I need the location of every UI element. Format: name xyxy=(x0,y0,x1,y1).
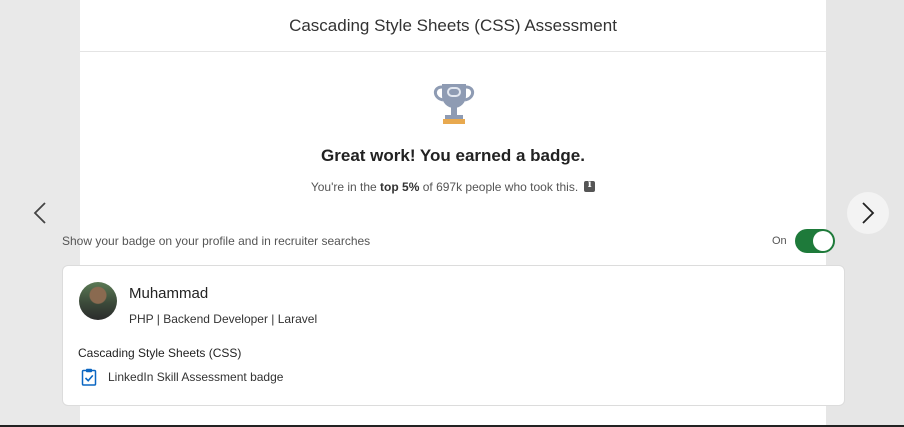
badge-label: LinkedIn Skill Assessment badge xyxy=(108,370,284,384)
result-percentile: You're in the top 5% of 697k people who … xyxy=(80,179,826,194)
profile-name: Muhammad xyxy=(129,285,209,302)
next-button[interactable] xyxy=(847,192,889,234)
info-icon[interactable] xyxy=(584,179,596,192)
chevron-left-icon xyxy=(33,202,46,224)
percentile-value: top 5% xyxy=(380,180,420,194)
show-badge-toggle[interactable] xyxy=(794,229,835,253)
show-badge-toggle-group: On xyxy=(772,229,835,253)
percentile-prefix: You're in the xyxy=(310,180,381,194)
show-badge-label: Show your badge on your profile and in r… xyxy=(62,234,371,248)
profile-headline: PHP | Backend Developer | Laravel xyxy=(129,312,318,326)
chevron-right-icon xyxy=(862,202,875,224)
modal-title: Cascading Style Sheets (CSS) Assessment xyxy=(289,15,617,35)
trophy-icon xyxy=(433,84,475,124)
badge-row: LinkedIn Skill Assessment badge xyxy=(81,368,283,386)
toggle-knob xyxy=(812,231,833,251)
avatar xyxy=(79,282,117,320)
badge-preview-card: Muhammad PHP | Backend Developer | Larav… xyxy=(62,265,845,406)
percentile-suffix: of 697k people who took this. xyxy=(419,180,579,194)
modal-header: Cascading Style Sheets (CSS) Assessment xyxy=(80,0,826,52)
toggle-state-label: On xyxy=(772,235,787,247)
skill-name: Cascading Style Sheets (CSS) xyxy=(78,346,242,360)
result-headline: Great work! You earned a badge. xyxy=(321,146,585,165)
previous-button[interactable] xyxy=(20,193,60,233)
clipboard-check-icon xyxy=(81,368,97,386)
